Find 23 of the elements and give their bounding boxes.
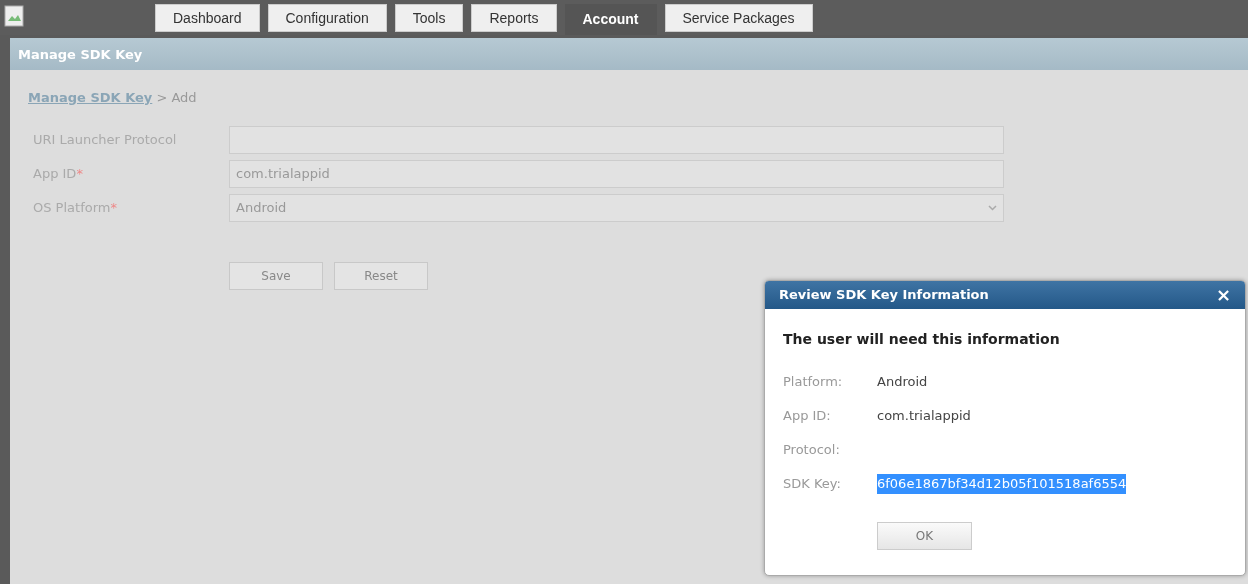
info-label: Protocol: bbox=[783, 441, 841, 459]
info-value: Android bbox=[877, 373, 928, 391]
required-mark: * bbox=[76, 165, 83, 181]
info-label: Platform: bbox=[783, 373, 844, 391]
info-label: App ID: bbox=[783, 407, 832, 425]
nav-tab[interactable]: Dashboard bbox=[155, 4, 260, 32]
breadcrumb-separator: > bbox=[155, 90, 169, 105]
info-value: com.trialappid bbox=[877, 407, 971, 425]
info-value: 6f06e1867bf34d12b05f101518af6554 bbox=[877, 474, 1127, 494]
nav-tab[interactable]: Tools bbox=[394, 4, 464, 32]
info-label: SDK Key: bbox=[783, 475, 842, 493]
dialog-heading: The user will need this information bbox=[783, 330, 1061, 349]
breadcrumb-current: Add bbox=[171, 90, 197, 105]
nav-tab[interactable]: Account bbox=[564, 4, 657, 35]
required-mark: * bbox=[110, 199, 117, 215]
nav-tab[interactable]: Service Packages bbox=[664, 4, 813, 32]
broken-image-icon bbox=[4, 5, 24, 27]
close-button[interactable]: × bbox=[1215, 286, 1231, 304]
panel-title: Manage SDK Key bbox=[10, 38, 1248, 70]
dialog-title: Review SDK Key Information bbox=[779, 286, 989, 305]
nav-tab[interactable]: Configuration bbox=[267, 4, 387, 32]
nav-tab[interactable]: Reports bbox=[471, 4, 557, 32]
ok-button[interactable]: OK bbox=[877, 522, 972, 550]
